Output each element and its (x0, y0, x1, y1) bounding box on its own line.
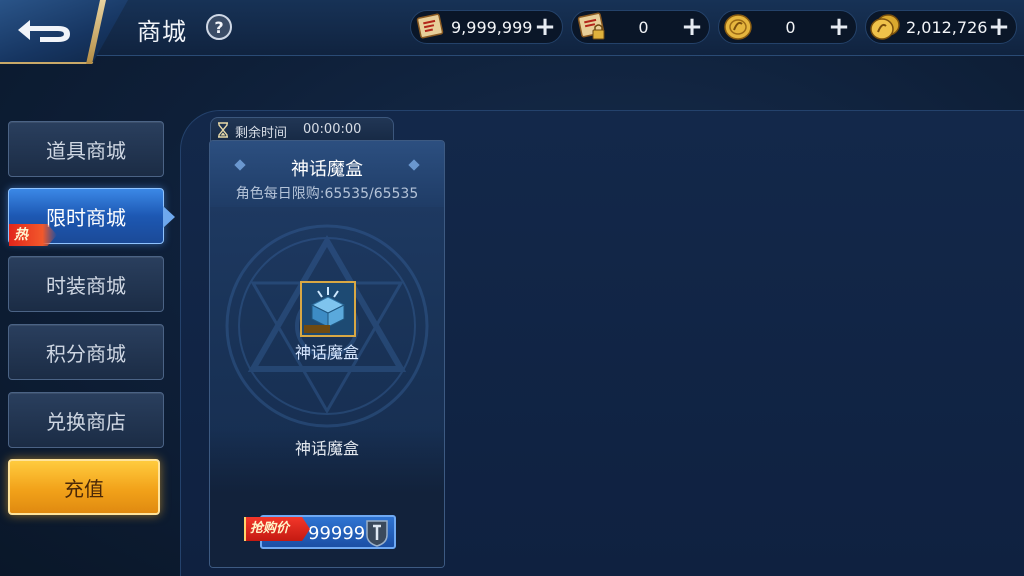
item-name: 神话魔盒 (294, 343, 359, 362)
scroll-icon (416, 13, 444, 39)
add-currency-button[interactable]: + (681, 14, 703, 40)
help-icon[interactable]: ? (206, 14, 232, 40)
timer-label: 剩余时间 (235, 126, 288, 141)
currency-value: 2,012,726 (906, 18, 988, 37)
countdown-timer: 剩余时间 00:00:00 (210, 117, 394, 141)
sidebar-item-label: 道具商城 (46, 138, 126, 163)
currency-locked-scroll: 0 + (571, 10, 710, 44)
currency-value: 0 (785, 18, 796, 37)
sidebar-item-item-shop[interactable]: 道具商城 (8, 121, 164, 177)
hot-badge: 热 (9, 224, 57, 246)
recharge-label: 充值 (64, 476, 104, 501)
sidebar-item-exchange-store[interactable]: 兑换商店 (8, 392, 164, 448)
sidebar-item-fashion-shop[interactable]: 时装商城 (8, 256, 164, 312)
treasure-box-icon (302, 283, 354, 335)
currency-badge-icon (366, 520, 388, 547)
item-icon[interactable] (300, 281, 356, 337)
sidebar-item-label: 限时商城 (46, 205, 126, 230)
timer-value: 00:00:00 (303, 122, 362, 137)
currency-value: 9,999,999 (451, 18, 533, 37)
currency-coin: 0 + (718, 10, 857, 44)
recharge-button[interactable]: 充值 (8, 459, 160, 515)
product-card[interactable]: 神话魔盒 角色每日限购:65535/65535 神话魔盒 神话魔盒 99999 (209, 140, 445, 568)
coin-icon (724, 14, 752, 40)
currency-value: 0 (638, 18, 649, 37)
sidebar-item-points-shop[interactable]: 积分商城 (8, 324, 164, 380)
sidebar-item-label: 积分商城 (46, 341, 126, 366)
purchase-limit: 角色每日限购:65535/65535 (235, 186, 419, 202)
card-title: 神话魔盒 (291, 159, 363, 180)
back-arrow-icon[interactable] (14, 10, 78, 50)
add-currency-button[interactable]: + (828, 14, 850, 40)
item-description: 神话魔盒 (294, 439, 359, 458)
sidebar-item-label: 兑换商店 (46, 409, 126, 434)
page-title: 商城 (137, 18, 187, 46)
sale-price-tag: 抢购价 (244, 517, 310, 541)
selected-arrow-icon (163, 206, 175, 228)
locked-scroll-icon (577, 12, 605, 40)
currency-gold: 2,012,726 + (865, 10, 1017, 44)
add-currency-button[interactable]: + (988, 14, 1010, 40)
currency-scroll: 9,999,999 + (410, 10, 563, 44)
add-currency-button[interactable]: + (534, 14, 556, 40)
gold-coins-icon (870, 14, 900, 40)
sidebar-item-label: 时装商城 (46, 273, 126, 298)
hourglass-icon (218, 122, 228, 138)
price-value: 99999 (308, 523, 366, 544)
